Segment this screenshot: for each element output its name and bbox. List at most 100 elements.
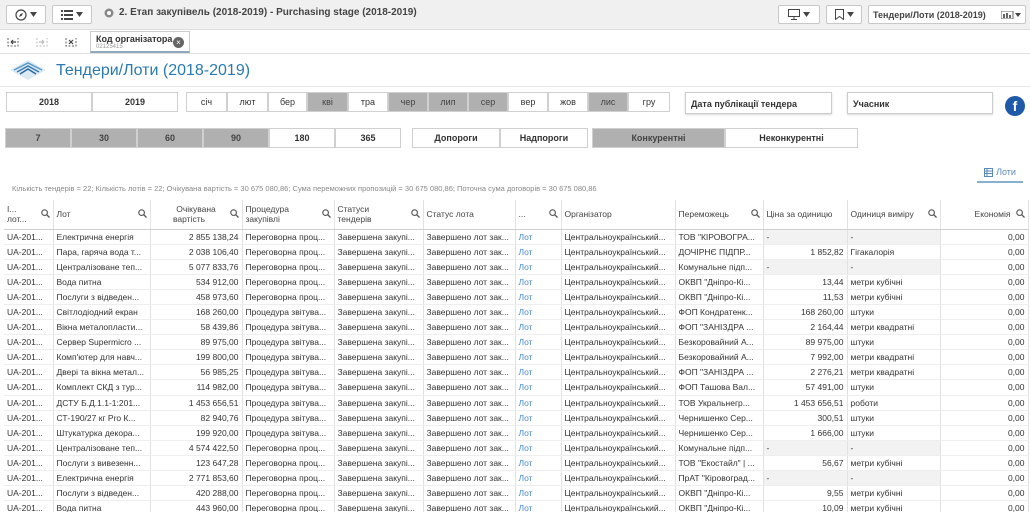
column-header-7[interactable]: ... (515, 200, 562, 230)
step-forward-icon[interactable] (35, 35, 49, 49)
table-row[interactable]: UA-201... Послуги з відведен... 420 288,00… (4, 485, 1029, 502)
month-button-9[interactable]: вер (508, 92, 548, 112)
month-button-8[interactable]: сер (468, 92, 508, 112)
month-button-7[interactable]: лип (428, 92, 468, 112)
lot-link[interactable]: Лот (515, 425, 562, 441)
month-button-2[interactable]: лют (227, 92, 268, 112)
column-header-3[interactable]: Очікувана вартість (150, 200, 243, 230)
month-button-6[interactable]: чер (388, 92, 428, 112)
month-button-3[interactable]: бер (268, 92, 307, 112)
lot-link[interactable]: Лот (515, 364, 562, 381)
lot-link[interactable]: Лот (515, 440, 562, 456)
table-row[interactable]: UA-201... Сервер Supermicro ... 89 975,00 П… (4, 334, 1029, 351)
table-row[interactable]: UA-201... ДСТУ Б.Д.1.1-1:201... 1 453 656,… (4, 395, 1029, 411)
lot-link[interactable]: Лот (515, 455, 562, 472)
column-header-8[interactable]: Організатор (561, 200, 676, 230)
monitor-icon (788, 9, 800, 20)
table-row[interactable]: UA-201... Комп'ютер для навч... 199 800,00… (4, 349, 1029, 366)
table-row[interactable]: UA-201... Вікна металопласти... 58 439,86 П… (4, 319, 1029, 336)
table-row[interactable]: UA-201... Електрична енергія 2 855 138,24 П… (4, 229, 1029, 245)
lot-link[interactable]: Лот (515, 470, 562, 487)
month-button-12[interactable]: гру (628, 92, 670, 112)
search-icon[interactable] (927, 209, 937, 218)
table-row[interactable]: UA-201... Послуги з вивезенн... 123 647,28… (4, 455, 1029, 472)
table-cell: Завершено лот зак... (423, 470, 516, 487)
lot-link[interactable]: Лот (515, 244, 562, 260)
table-row[interactable]: UA-201... Пара, гаряча вода т... 2 038 106… (4, 244, 1029, 260)
threshold-button-2[interactable]: Надпороги (500, 128, 588, 148)
table-row[interactable]: UA-201... Централізоване теп... 5 077 833,… (4, 259, 1029, 275)
month-button-5[interactable]: тра (348, 92, 388, 112)
competition-button-2[interactable]: Неконкурентні (725, 128, 858, 148)
search-icon[interactable] (750, 209, 760, 218)
bookmark-button[interactable] (826, 5, 862, 24)
lots-tab[interactable]: Лоти (977, 163, 1023, 183)
days-button-60[interactable]: 60 (137, 128, 203, 148)
search-icon[interactable] (40, 209, 50, 218)
lot-link[interactable]: Лот (515, 500, 562, 512)
column-header-5[interactable]: Статуси тендерів (334, 200, 424, 230)
lot-link[interactable]: Лот (515, 334, 562, 351)
clear-selections-icon[interactable] (64, 35, 78, 49)
step-back-icon[interactable] (6, 35, 20, 49)
table-row[interactable]: UA-201... Вода питна 443 960,00 Переговорна… (4, 500, 1029, 512)
date-dropdown[interactable]: Дата публікації тендера (685, 92, 832, 114)
month-button-10[interactable]: жов (548, 92, 588, 112)
year-button-2019[interactable]: 2019 (92, 92, 178, 112)
days-button-30[interactable]: 30 (71, 128, 137, 148)
search-icon[interactable] (137, 209, 147, 218)
lot-link[interactable]: Лот (515, 319, 562, 336)
month-button-4[interactable]: кві (307, 92, 348, 112)
column-header-9[interactable]: Переможець (675, 200, 764, 230)
table-row[interactable]: UA-201... Штукатурка декора... 199 920,00 П… (4, 425, 1029, 441)
month-button-1[interactable]: січ (186, 92, 227, 112)
search-icon[interactable] (321, 209, 331, 218)
column-header-1[interactable]: І... лот... (4, 200, 54, 230)
lot-link[interactable]: Лот (515, 259, 562, 275)
column-header-11[interactable]: Одиниця виміру (847, 200, 941, 230)
month-button-11[interactable]: лис (588, 92, 628, 112)
column-header-4[interactable]: Процедура закупівлі (242, 200, 335, 230)
days-button-180[interactable]: 180 (269, 128, 335, 148)
lot-link[interactable]: Лот (515, 304, 562, 321)
remove-selection-icon[interactable]: × (173, 37, 184, 48)
table-row[interactable]: UA-201... Комплект СКД з тур... 114 982,00… (4, 379, 1029, 396)
column-header-10[interactable]: Ціна за одиницю (763, 200, 848, 230)
table-row[interactable]: UA-201... Електрична енергія 2 771 853,60 П… (4, 470, 1029, 487)
year-button-2018[interactable]: 2018 (6, 92, 92, 112)
search-icon[interactable] (1015, 209, 1025, 218)
lot-link[interactable]: Лот (515, 229, 562, 245)
search-icon[interactable] (410, 209, 420, 218)
table-row[interactable]: UA-201... Централізоване теп... 4 574 422,… (4, 440, 1029, 456)
table-row[interactable]: UA-201... Двері та вікна метал... 56 985,2… (4, 364, 1029, 381)
competition-button-1[interactable]: Конкурентні (592, 128, 725, 148)
search-icon[interactable] (229, 209, 239, 218)
lot-link[interactable]: Лот (515, 289, 562, 305)
column-header-12[interactable]: Економія (940, 200, 1029, 230)
lot-link[interactable]: Лот (515, 485, 562, 502)
sheets-menu-button[interactable] (52, 5, 92, 24)
sheet-selector-button[interactable]: Тендери/Лоти (2018-2019) (868, 5, 1026, 24)
facebook-icon[interactable]: f (1005, 96, 1025, 116)
lot-link[interactable]: Лот (515, 349, 562, 366)
threshold-button-1[interactable]: Допороги (412, 128, 500, 148)
days-button-90[interactable]: 90 (203, 128, 269, 148)
navigation-button[interactable] (6, 5, 46, 24)
days-button-365[interactable]: 365 (335, 128, 401, 148)
lot-link[interactable]: Лот (515, 395, 562, 411)
present-button[interactable] (778, 5, 820, 24)
column-header-2[interactable]: Лот (53, 200, 151, 230)
table-cell: Центральноукраїнський... (561, 379, 676, 396)
selection-chip[interactable]: Код організатора 02125415 × (90, 31, 190, 53)
days-button-7[interactable]: 7 (5, 128, 71, 148)
column-header-6[interactable]: Статус лота (423, 200, 516, 230)
table-row[interactable]: UA-201... Світлодіодний екран 168 260,00 Пр… (4, 304, 1029, 321)
table-row[interactable]: UA-201... Послуги з відведен... 458 973,60… (4, 289, 1029, 305)
table-row[interactable]: UA-201... СТ-190/27 кг Pro К... 82 940,76 П… (4, 410, 1029, 426)
table-row[interactable]: UA-201... Вода питна 534 912,00 Переговорна… (4, 274, 1029, 290)
lot-link[interactable]: Лот (515, 410, 562, 426)
lot-link[interactable]: Лот (515, 379, 562, 396)
participant-dropdown[interactable]: Учасник (847, 92, 993, 114)
lot-link[interactable]: Лот (515, 274, 562, 290)
search-icon[interactable] (548, 209, 558, 218)
